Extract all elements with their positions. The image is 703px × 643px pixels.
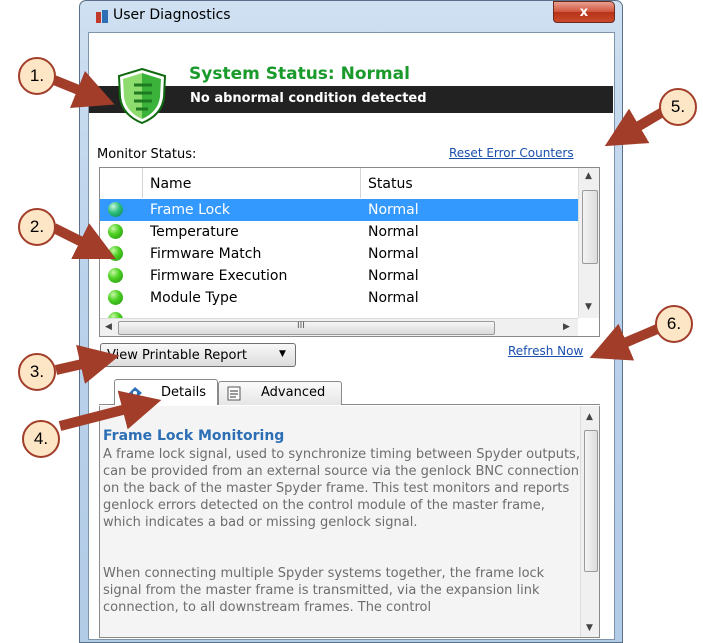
callout-arrow xyxy=(54,344,120,384)
callout-arrow xyxy=(589,322,664,361)
callout-badge-6: 6. xyxy=(655,305,693,343)
callout-badge-5: 5. xyxy=(659,88,697,126)
callout-badge-1: 1. xyxy=(18,57,56,95)
callout-badge-4: 4. xyxy=(22,420,60,458)
callout-arrows xyxy=(51,70,669,431)
callout-arrow xyxy=(58,390,162,431)
callout-arrow xyxy=(51,223,116,259)
callout-arrow xyxy=(52,70,115,109)
callout-badge-2: 2. xyxy=(18,208,56,246)
callout-badge-3: 3. xyxy=(18,353,56,391)
